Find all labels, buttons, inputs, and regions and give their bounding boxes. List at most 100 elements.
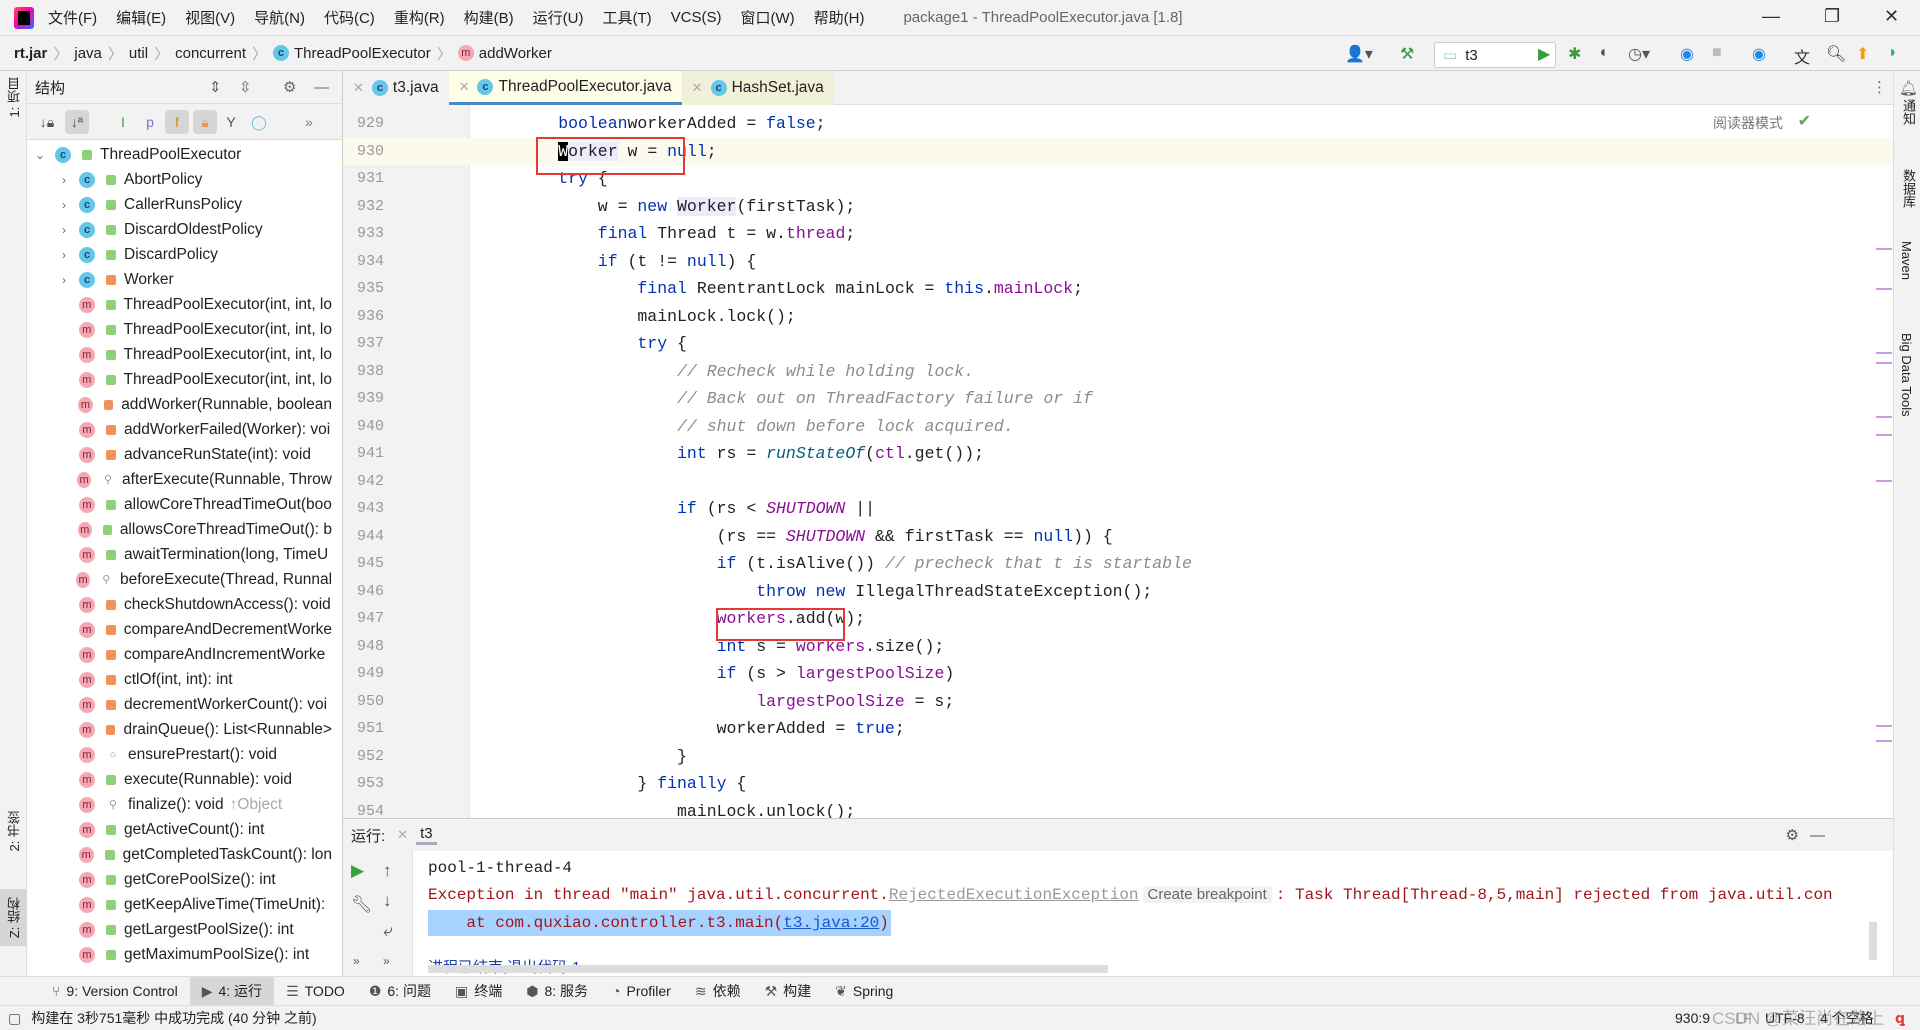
maven-tool-button[interactable]: Maven [1899,241,1914,280]
profile-icon[interactable]: ◷▾ [1628,44,1650,64]
menu-edit[interactable]: 编辑(E) [116,7,166,28]
tool-window-button[interactable]: ⑂ 9: Version Control [40,977,190,1006]
tree-item-class[interactable]: › c CallerRunsPolicy [27,192,332,217]
tree-item-class[interactable]: › c AbortPolicy [27,167,332,192]
up-arrow-icon[interactable]: ↑ [383,861,392,881]
wrench-icon[interactable]: 🔧︎ [351,895,373,915]
update-icon[interactable]: ⬆ [1856,44,1869,64]
stacktrace-link[interactable]: t3.java:20 [783,914,879,932]
minimize-icon[interactable]: — [314,79,329,96]
code-editor[interactable]: 929 booleanworkerAdded = false; 930 Worker … [343,105,1893,818]
reader-mode-button[interactable]: 阅读器模式 [1713,113,1783,133]
editor-tab[interactable]: ✕ c ThreadPoolExecutor.java [448,71,682,105]
tool-window-button[interactable]: ◔ Profiler [600,977,683,1006]
collapse-all-icon[interactable]: ⇳ [239,78,252,96]
soft-wrap-icon[interactable]: ⤶ [383,921,393,941]
close-tab-icon[interactable]: ✕ [459,79,470,95]
close-button[interactable]: ✕ [1884,6,1899,27]
more-icon[interactable]: » [383,954,390,968]
chevron-right-icon[interactable]: › [57,248,71,262]
menu-help[interactable]: 帮助(H) [814,7,865,28]
menu-vcs[interactable]: VCS(S) [671,9,722,26]
tree-item-method[interactable]: m ThreadPoolExecutor(int, int, lo [27,367,332,392]
menu-build[interactable]: 构建(B) [464,7,514,28]
tree-item-method[interactable]: m allowCoreThreadTimeOut(boo [27,492,332,517]
show-properties-icon[interactable]: p [138,110,162,134]
tree-item-method[interactable]: m ctlOf(int, int): int [27,667,332,692]
tree-item-method[interactable]: m ⚲ finalize(): void ↑Object [27,792,332,817]
run-tab-t3[interactable]: t3 [416,825,437,845]
big-data-tools-button[interactable]: Big Data Tools [1899,333,1914,417]
expand-all-icon[interactable]: ⇕ [209,78,222,96]
chevron-right-icon[interactable]: › [57,273,71,287]
menu-file[interactable]: 文件(F) [48,7,97,28]
tree-item-method[interactable]: m ThreadPoolExecutor(int, int, lo [27,292,332,317]
coverage-icon[interactable]: ◖ [1598,44,1608,62]
menu-window[interactable]: 窗口(W) [740,7,794,28]
tree-item-method[interactable]: m drainQueue(): List<Runnable> [27,717,332,742]
menu-navigate[interactable]: 导航(N) [254,7,305,28]
gauge-icon[interactable]: ◉ [1680,44,1694,64]
horizontal-scrollbar[interactable] [428,965,1108,973]
breadcrumb-util[interactable]: util [129,45,148,62]
minimize-icon[interactable]: — [1810,827,1825,844]
editor-tab[interactable]: ✕ c t3.java [343,71,449,105]
tool-window-button[interactable]: ❶ 6: 问题 [357,977,443,1006]
search-icon[interactable]: 🔍︎ [1826,44,1846,64]
tree-item-class[interactable]: › c Worker [27,267,332,292]
chevron-right-icon[interactable]: › [57,198,71,212]
tree-item-method[interactable]: m checkShutdownAccess(): void [27,592,332,617]
tree-item-method[interactable]: m compareAndIncrementWorke [27,642,332,667]
tree-item-method[interactable]: m getLargestPoolSize(): int [27,917,332,942]
project-tool-button[interactable]: 1: 项目 [5,77,24,117]
tree-item-method[interactable]: m addWorker(Runnable, boolean [27,392,332,417]
tree-item-method[interactable]: m ThreadPoolExecutor(int, int, lo [27,342,332,367]
tree-item-class[interactable]: › c DiscardPolicy [27,242,332,267]
more-icon[interactable]: » [353,954,360,968]
close-tab-icon[interactable]: ✕ [353,80,364,96]
bookmarks-tool-button[interactable]: 2: 书签 [5,811,24,851]
tree-item-method[interactable]: m getCorePoolSize(): int [27,867,332,892]
tool-window-button[interactable]: ▶ 4: 运行 [189,976,275,1006]
tree-item-method[interactable]: m addWorkerFailed(Worker): voi [27,417,332,442]
database-tool-button[interactable]: 数据库 [1899,169,1918,208]
breadcrumb-concurrent[interactable]: concurrent [175,45,246,62]
more-icon[interactable]: » [297,110,321,134]
tool-window-button[interactable]: ❦ Spring [823,977,905,1006]
build-hammer-icon[interactable]: ⚒ [1400,44,1414,64]
tool-window-button[interactable]: ☰ TODO [274,977,357,1006]
structure-tool-button[interactable]: Z: 结构 [0,889,27,947]
tree-item-method[interactable]: m execute(Runnable): void [27,767,332,792]
tool-window-button[interactable]: ⚒ 构建 [753,977,824,1006]
tree-item-method[interactable]: m getMaximumPoolSize(): int [27,942,332,967]
tool-window-button[interactable]: ≋ 依赖 [683,977,753,1006]
translate-icon[interactable]: 文 [1794,44,1810,68]
close-tab-icon[interactable]: ✕ [692,80,703,96]
tool-window-button[interactable]: ▣ 终端 [443,977,514,1006]
down-arrow-icon[interactable]: ↓ [383,891,392,911]
gear-icon[interactable]: ⚙ [1786,826,1799,844]
exception-class-link[interactable]: RejectedExecutionException [889,886,1139,904]
menu-tools[interactable]: 工具(T) [602,7,651,28]
tool-window-button[interactable]: ⬢ 8: 服务 [514,977,600,1006]
tree-item-method[interactable]: m getActiveCount(): int [27,817,332,842]
autoscroll-icon[interactable]: ◯ [247,110,271,134]
gear-icon[interactable]: ⚙ [283,78,296,96]
menu-code[interactable]: 代码(C) [324,7,375,28]
tree-item-class[interactable]: › c DiscardOldestPolicy [27,217,332,242]
menu-run[interactable]: 运行(U) [533,7,584,28]
tree-item-method[interactable]: m ThreadPoolExecutor(int, int, lo [27,317,332,342]
tree-item-method[interactable]: m ⚲ afterExecute(Runnable, Throw [27,467,332,492]
chevron-right-icon[interactable]: › [57,173,71,187]
chevron-down-icon[interactable]: ⌄ [33,148,47,162]
sort-alpha-icon[interactable]: ↓ª [65,110,89,134]
plugin-logo-icon[interactable]: ◗ [1888,44,1898,62]
layout-icon[interactable]: ▢ [8,1010,21,1027]
tree-item-method[interactable]: m advanceRunState(int): void [27,442,332,467]
breadcrumb-java[interactable]: java [74,45,102,62]
tree-item-method[interactable]: m decrementWorkerCount(): voi [27,692,332,717]
more-actions-icon[interactable]: ⋮ [1872,78,1887,96]
tree-item-method[interactable]: m awaitTermination(long, TimeU [27,542,332,567]
run-icon[interactable]: ▶ [1538,44,1550,64]
tree-item-method[interactable]: m ○ ensurePrestart(): void [27,742,332,767]
